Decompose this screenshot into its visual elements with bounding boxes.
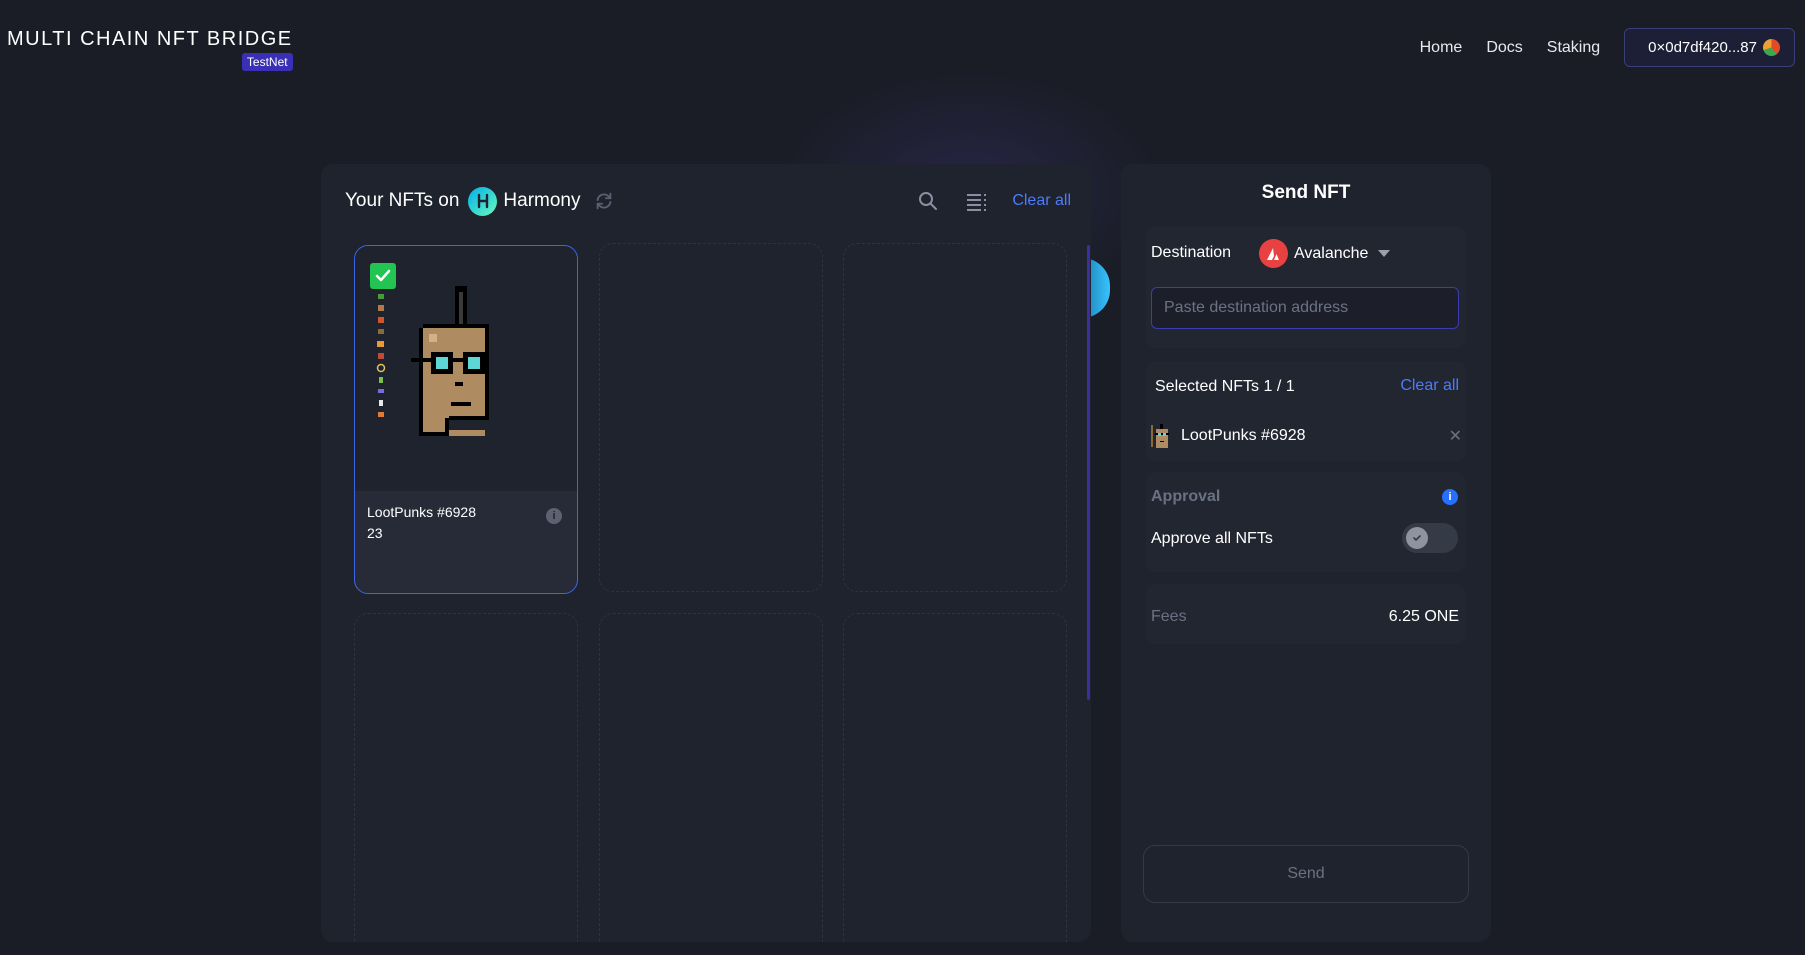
fees-value: 6.25 ONE [1388,608,1459,625]
nav-home[interactable]: Home [1420,39,1463,57]
toggle-knob [1406,527,1428,549]
logo-title: MULTI CHAIN NFT BRIDGE [7,28,293,50]
nft-gallery-panel: Your NFTs on Harmony Clear all LootPunks… [321,164,1091,942]
destination-address-input[interactable] [1151,287,1459,329]
empty-nft-slot [843,613,1067,942]
empty-nft-slot [354,613,578,942]
gallery-tools: Clear all [916,189,1071,213]
selected-nfts-label: Selected NFTs 1 / 1 [1155,378,1295,395]
refresh-icon[interactable] [593,190,615,212]
send-button[interactable]: Send [1143,845,1469,903]
selected-nft-name: LootPunks #6928 [1181,427,1306,444]
approve-all-toggle[interactable] [1402,523,1458,553]
nft-name: LootPunks #6928 [367,504,476,520]
gallery-scrollbar[interactable] [1087,245,1090,700]
list-view-icon[interactable] [964,189,988,213]
app-logo[interactable]: MULTI CHAIN NFT BRIDGE TestNet [7,28,293,71]
gallery-clear-all[interactable]: Clear all [1012,192,1071,210]
selected-check-icon[interactable] [370,263,396,289]
destination-chain-select[interactable]: Avalanche [1259,239,1391,268]
send-nft-panel: Send NFT Destination Avalanche Selected … [1121,164,1491,942]
selected-clear-all[interactable]: Clear all [1400,377,1459,395]
wallet-button[interactable]: 0×0d7df420...87 [1624,28,1795,67]
wallet-address: 0×0d7df420...87 [1648,39,1757,56]
chevron-down-icon [1378,250,1391,257]
close-icon[interactable]: ✕ [1449,426,1462,446]
nav-docs[interactable]: Docs [1486,39,1522,57]
approve-all-label: Approve all NFTs [1151,530,1273,547]
destination-label: Destination [1151,244,1232,261]
wallet-avatar-icon [1763,39,1780,56]
nft-info-icon[interactable]: i [546,508,562,524]
gallery-header: Your NFTs on Harmony Clear all [345,184,1071,218]
send-panel-title: Send NFT [1261,182,1351,203]
nft-card[interactable]: LootPunks #6928 23 i [354,245,578,594]
info-icon[interactable]: i [1442,489,1458,505]
fees-label: Fees [1151,608,1187,625]
avalanche-icon [1259,239,1288,268]
empty-nft-slot [599,243,823,592]
source-chain-name: Harmony [503,190,581,211]
empty-nft-slot [599,613,823,942]
nav-staking[interactable]: Staking [1547,39,1600,57]
nft-number: 23 [367,525,383,541]
nft-card-info: LootPunks #6928 23 [367,504,565,541]
top-nav: Home Docs Staking 0×0d7df420...87 [1420,28,1795,67]
harmony-icon [468,186,498,216]
search-icon[interactable] [916,189,940,213]
testnet-badge: TestNet [241,53,293,71]
approval-label: Approval [1151,488,1221,505]
nft-image [355,246,577,491]
approval-section [1146,472,1466,572]
selected-nft-thumbnail [1150,422,1172,450]
selected-nft-item: LootPunks #6928 ✕ [1150,421,1462,451]
destination-chain-name: Avalanche [1294,244,1369,262]
empty-nft-slot [843,243,1067,592]
gallery-title: Your NFTs on [345,190,460,211]
